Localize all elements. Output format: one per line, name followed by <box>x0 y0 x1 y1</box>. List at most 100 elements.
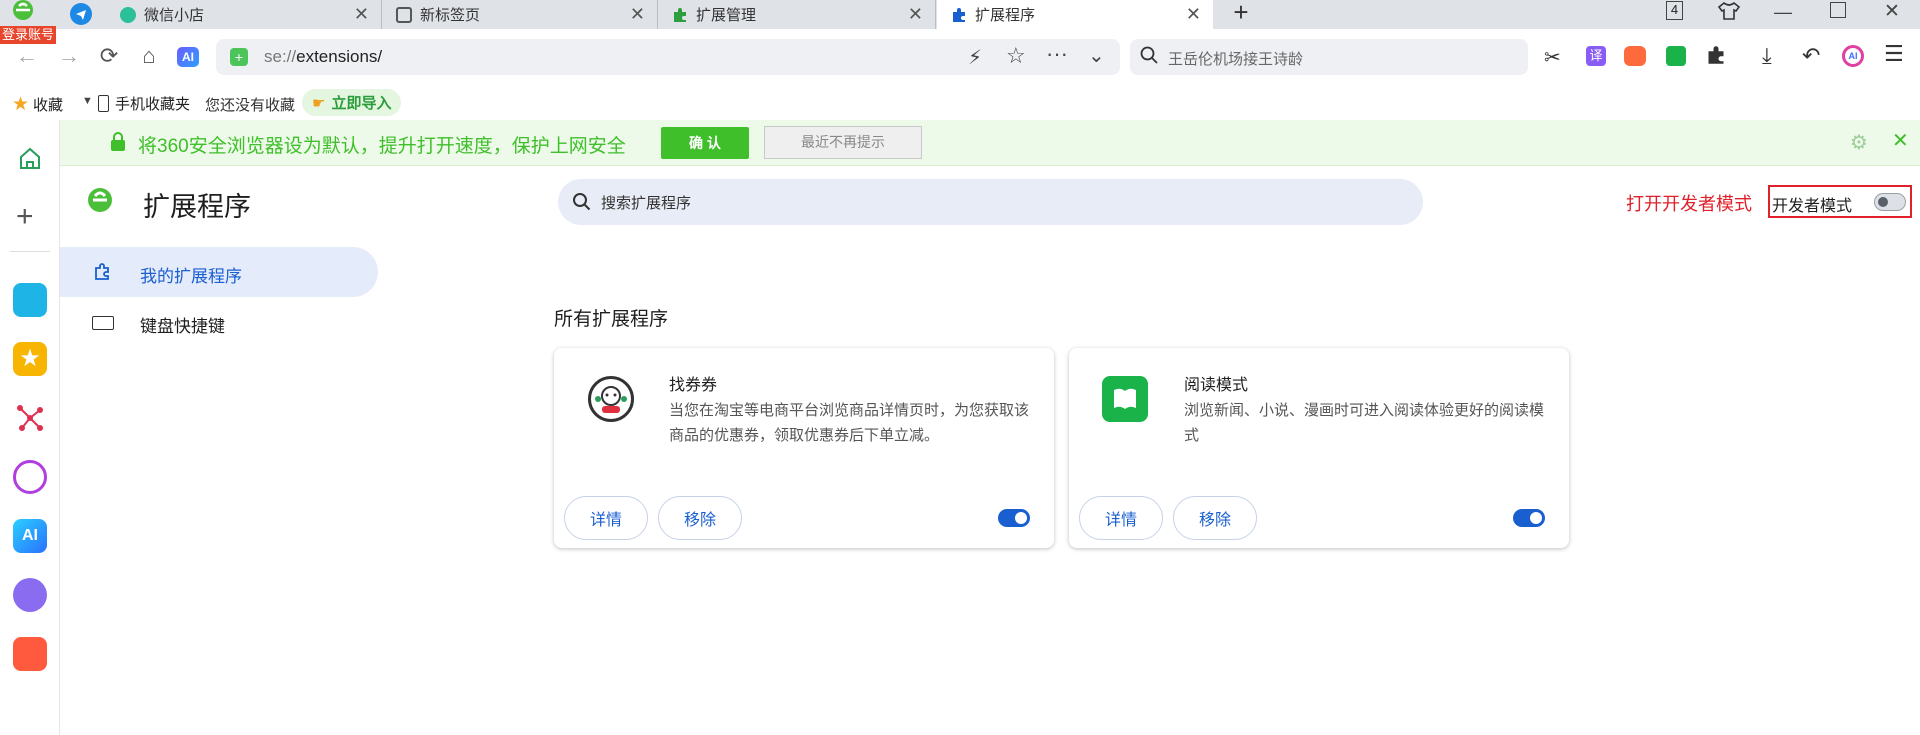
more-icon[interactable]: ··· <box>1046 41 1068 67</box>
coupon-mascot-icon <box>588 376 634 422</box>
home-icon[interactable] <box>16 144 44 172</box>
translate-icon[interactable]: 译 <box>1586 46 1606 66</box>
extension-card: 阅读模式 浏览新闻、小说、漫画时可进入阅读体验更好的阅读模式 详情 移除 <box>1069 348 1569 548</box>
enable-toggle[interactable] <box>1513 509 1545 527</box>
tab-label: 新标签页 <box>420 7 481 24</box>
navigation-bar: ← → ⟳ ⌂ AI + se://extensions/ ⚡ ☆ ··· ⌄ … <box>0 29 1920 86</box>
forward-icon[interactable]: → <box>56 43 82 69</box>
puzzle-outline-icon <box>93 262 113 282</box>
home-icon[interactable]: ⌂ <box>136 43 162 69</box>
chevron-down-icon[interactable]: ⌄ <box>1088 43 1105 68</box>
import-label: 立即导入 <box>331 95 392 112</box>
ai-blue-icon[interactable]: AI <box>13 519 47 553</box>
reload-icon[interactable]: ⟳ <box>96 43 122 69</box>
close-icon[interactable]: ✕ <box>630 4 645 25</box>
remove-button[interactable]: 移除 <box>1173 496 1257 540</box>
star-icon[interactable]: ☆ <box>1006 43 1026 69</box>
close-window-icon[interactable]: ✕ <box>1884 0 1904 22</box>
toggle-knob <box>1878 197 1888 207</box>
scissors-icon[interactable]: ✂ <box>1544 45 1561 70</box>
close-icon[interactable]: ✕ <box>1892 128 1909 153</box>
keyboard-icon <box>92 316 114 330</box>
back-icon[interactable]: ← <box>14 43 40 69</box>
tab-count-badge[interactable]: 4 <box>1666 1 1683 20</box>
search-icon <box>1140 46 1158 64</box>
caret-down-icon[interactable]: ▼ <box>82 95 93 107</box>
tab-label: 扩展程序 <box>975 7 1036 24</box>
gamepad-icon[interactable] <box>13 637 47 671</box>
game-icon[interactable] <box>1624 46 1646 66</box>
favorites-star-icon[interactable]: ★ <box>13 342 47 376</box>
shield-icon: + <box>230 48 248 66</box>
address-bar[interactable]: + se://extensions/ ⚡ ☆ ··· ⌄ <box>216 39 1120 75</box>
enable-toggle[interactable] <box>998 509 1030 527</box>
tab-extension-manager[interactable]: 扩展管理 ✕ <box>658 0 936 29</box>
remove-button[interactable]: 移除 <box>658 496 742 540</box>
add-icon[interactable]: + <box>16 200 34 234</box>
login-badge[interactable]: 登录账号 <box>0 26 56 44</box>
nav-keyboard-shortcuts[interactable]: 键盘快捷键 <box>60 297 378 347</box>
robot-icon[interactable] <box>13 578 47 612</box>
star-filled-icon: ★ <box>12 94 30 115</box>
undo-icon[interactable]: ↶ <box>1802 43 1820 69</box>
page-title: 扩展程序 <box>143 192 251 222</box>
tab-extensions[interactable]: 扩展程序 ✕ <box>937 0 1213 29</box>
confirm-button[interactable]: 确 认 <box>661 127 749 159</box>
puzzle-icon <box>672 7 688 23</box>
search-box[interactable]: 王岳伦机场接王诗龄 <box>1130 39 1528 75</box>
extension-card: 找券券 当您在淘宝等电商平台浏览商品详情页时，为您获取该商品的优惠券，领取优惠券… <box>554 348 1054 548</box>
details-button[interactable]: 详情 <box>1079 496 1163 540</box>
download-icon[interactable]: ⤓ <box>1762 43 1772 69</box>
network-icon[interactable] <box>13 401 47 435</box>
extension-description: 当您在淘宝等电商平台浏览商品详情页时，为您获取该商品的优惠券，领取优惠券后下单立… <box>669 402 1030 444</box>
close-icon[interactable]: ✕ <box>1186 4 1201 25</box>
ai-colorful-icon[interactable]: AI <box>1842 45 1864 67</box>
book-icon <box>1102 376 1148 422</box>
url-scheme: se:// <box>264 47 297 66</box>
extensions-icon[interactable] <box>1706 45 1726 65</box>
nav-my-extensions[interactable]: 我的扩展程序 <box>60 247 378 297</box>
lightning-icon[interactable]: ⚡ <box>968 45 982 70</box>
tab-label: 扩展管理 <box>696 7 757 24</box>
divider <box>10 251 50 252</box>
telegram-icon[interactable] <box>70 3 92 25</box>
tab-new-tab[interactable]: 新标签页 ✕ <box>382 0 658 29</box>
restore-icon[interactable] <box>1830 2 1846 18</box>
dev-mode-control[interactable]: 开发者模式 <box>1768 185 1912 218</box>
details-button[interactable]: 详情 <box>564 496 648 540</box>
dev-mode-toggle[interactable] <box>1874 193 1906 211</box>
settings-icon[interactable]: ⚙ <box>1850 130 1868 155</box>
tab-weixin-shop[interactable]: 微信小店 ✕ <box>106 0 382 29</box>
sidebar-rail: + ★ AI <box>0 120 60 735</box>
favorites-button[interactable]: ★ 收藏 <box>12 93 63 116</box>
lock-icon <box>110 132 126 152</box>
mobile-bookmarks-button[interactable]: 手机收藏夹 <box>98 93 190 114</box>
reader-icon[interactable] <box>1666 46 1686 66</box>
bookmarks-bar: ★ 收藏 ▼ 手机收藏夹 您还没有收藏 ☛ 立即导入 <box>0 86 1920 120</box>
menu-icon[interactable]: ☰ <box>1884 41 1904 67</box>
dev-mode-label: 开发者模式 <box>1772 198 1853 215</box>
close-icon[interactable]: ✕ <box>354 4 369 25</box>
dev-mode-hint: 打开开发者模式 <box>1626 194 1752 214</box>
url-text[interactable]: se://extensions/ <box>264 47 382 67</box>
minimize-icon[interactable]: — <box>1774 2 1794 22</box>
search-input[interactable]: 王岳伦机场接王诗龄 <box>1168 48 1303 69</box>
ai-assistant-icon[interactable]: AI <box>177 47 199 67</box>
skin-icon[interactable] <box>1717 1 1741 21</box>
hand-pointer-icon: ☛ <box>312 94 326 112</box>
browser-logo-icon[interactable] <box>6 0 40 22</box>
ai-chat-icon[interactable] <box>13 460 47 494</box>
favorites-label: 收藏 <box>33 97 64 114</box>
search-icon <box>572 192 592 212</box>
close-icon[interactable]: ✕ <box>908 4 923 25</box>
extensions-logo-icon <box>86 186 114 214</box>
extension-search[interactable]: 搜索扩展程序 <box>558 179 1423 225</box>
search-input[interactable]: 搜索扩展程序 <box>601 192 691 213</box>
dismiss-button[interactable]: 最近不再提示 <box>764 126 922 159</box>
tab-bar: 登录账号 微信小店 ✕ 新标签页 ✕ 扩展管理 ✕ 扩展程序 ✕ + 4 — ✕ <box>0 0 1920 44</box>
import-bookmarks-button[interactable]: ☛ 立即导入 <box>302 89 402 116</box>
extension-name: 阅读模式 <box>1184 377 1249 394</box>
app-icon-blue[interactable] <box>13 283 47 317</box>
new-tab-button[interactable]: + <box>1228 0 1254 26</box>
shop-icon <box>120 6 136 23</box>
